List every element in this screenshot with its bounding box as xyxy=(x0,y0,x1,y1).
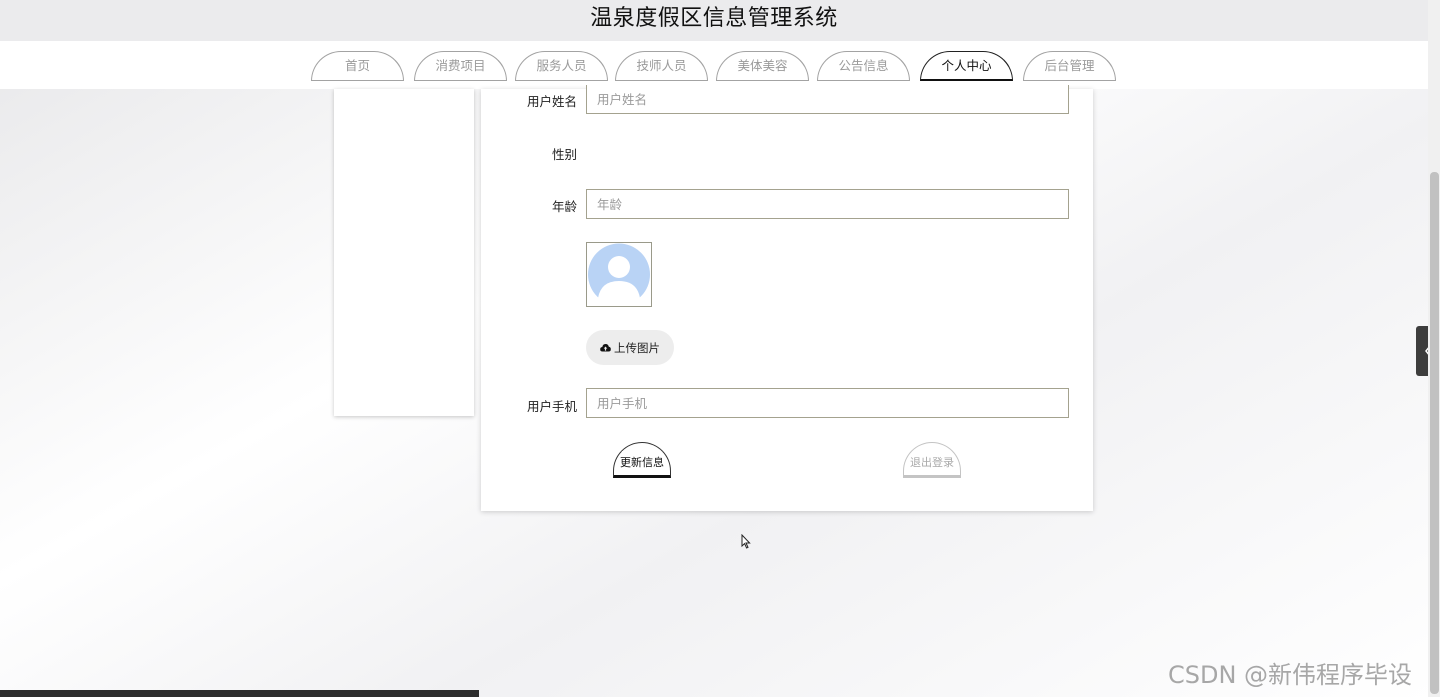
watermark: CSDN @新伟程序毕设 xyxy=(1168,661,1413,689)
phone-label: 用户手机 xyxy=(526,399,577,414)
tab-technicians[interactable]: 技师人员 xyxy=(615,51,708,81)
site-title: 温泉度假区信息管理系统 xyxy=(590,6,838,31)
tab-service-staff[interactable]: 服务人员 xyxy=(515,51,608,81)
name-label: 用户姓名 xyxy=(526,94,577,109)
gender-label: 性别 xyxy=(551,147,577,162)
phone-input[interactable] xyxy=(586,388,1069,418)
side-menu-panel xyxy=(334,89,474,416)
logout-button[interactable]: 退出登录 xyxy=(903,442,961,478)
tab-consumption-items[interactable]: 消费项目 xyxy=(414,51,507,81)
age-input[interactable] xyxy=(586,189,1069,219)
avatar-placeholder-icon xyxy=(588,243,650,306)
upload-image-label: 上传图片 xyxy=(614,340,660,355)
mouse-cursor-icon xyxy=(741,534,751,549)
tab-announcements[interactable]: 公告信息 xyxy=(817,51,910,81)
cloud-upload-icon xyxy=(600,344,611,352)
top-nav: 首页 消费项目 服务人员 技师人员 美体美容 公告信息 个人中心 后台管理 xyxy=(0,41,1428,89)
upload-image-button[interactable]: 上传图片 xyxy=(586,330,674,365)
tab-personal-center[interactable]: 个人中心 xyxy=(920,51,1013,81)
age-label: 年龄 xyxy=(551,199,577,214)
status-bar xyxy=(0,690,479,697)
avatar-image xyxy=(586,242,652,307)
tab-beauty[interactable]: 美体美容 xyxy=(716,51,809,81)
tab-admin[interactable]: 后台管理 xyxy=(1023,51,1116,81)
title-bar: 温泉度假区信息管理系统 xyxy=(0,0,1428,41)
update-info-button[interactable]: 更新信息 xyxy=(613,442,671,478)
scrollbar-thumb[interactable] xyxy=(1430,172,1439,694)
profile-form: 用户姓名 性别 年龄 上传图片 用户手机 更新信息 退出登录 xyxy=(481,85,1093,511)
name-input[interactable] xyxy=(586,85,1069,114)
tab-home[interactable]: 首页 xyxy=(311,51,404,81)
